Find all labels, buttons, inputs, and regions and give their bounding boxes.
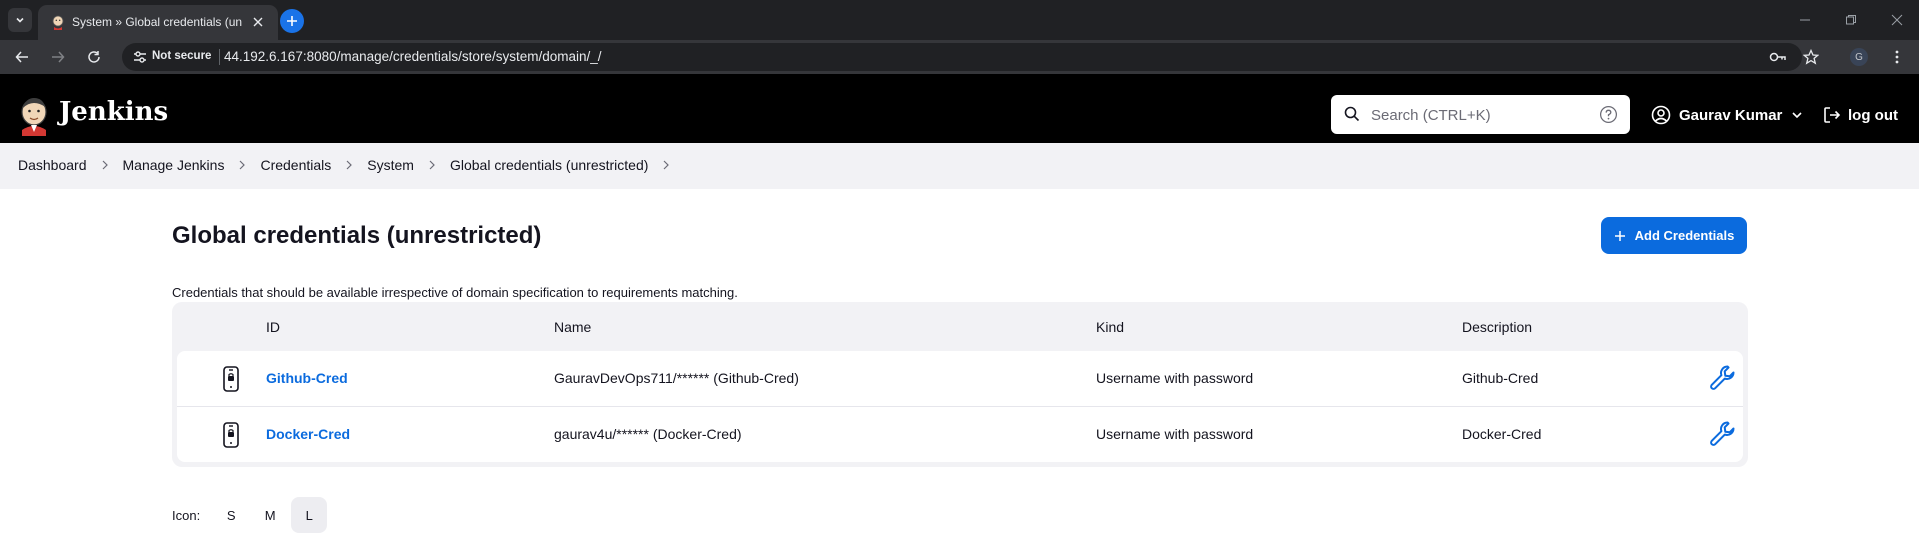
password-key-icon[interactable] xyxy=(1769,48,1787,66)
chevron-down-icon xyxy=(16,17,24,23)
column-header-name[interactable]: Name xyxy=(554,319,591,335)
arrow-left-icon xyxy=(15,51,28,63)
user-menu[interactable]: Gaurav Kumar xyxy=(1651,104,1803,126)
breadcrumb-dashboard[interactable]: Dashboard xyxy=(18,157,87,173)
plus-icon xyxy=(287,16,297,26)
credential-name: GauravDevOps711/****** (Github-Cred) xyxy=(554,370,799,386)
table-body: Github-Cred GauravDevOps711/****** (Gith… xyxy=(177,351,1743,462)
not-secure-label[interactable]: Not secure xyxy=(152,50,211,62)
page-description: Credentials that should be available irr… xyxy=(172,285,738,300)
credential-id-link[interactable]: Github-Cred xyxy=(266,370,348,386)
credential-phone-icon xyxy=(223,366,239,392)
search-icon xyxy=(1344,106,1360,122)
breadcrumb: Dashboard Manage Jenkins Credentials Sys… xyxy=(18,157,684,173)
breadcrumb-manage-jenkins[interactable]: Manage Jenkins xyxy=(123,157,225,173)
chevron-right-icon xyxy=(345,159,353,171)
breadcrumb-global-credentials[interactable]: Global credentials (unrestricted) xyxy=(450,157,648,173)
credential-id-link[interactable]: Docker-Cred xyxy=(266,426,350,442)
minimize-button[interactable] xyxy=(1795,10,1815,30)
chevron-down-icon[interactable] xyxy=(1791,109,1803,121)
icon-size-selector: Icon: S M L xyxy=(172,497,328,533)
credential-description: Docker-Cred xyxy=(1462,426,1542,442)
credentials-table: ID Name Kind Description Github-Cred Gau… xyxy=(172,302,1748,467)
page-title: Global credentials (unrestricted) xyxy=(172,222,542,249)
credential-name: gaurav4u/****** (Docker-Cred) xyxy=(554,426,742,442)
forward-button[interactable] xyxy=(48,47,68,67)
reload-icon xyxy=(88,51,100,63)
chevron-right-icon xyxy=(101,159,109,171)
credential-phone-icon xyxy=(223,422,239,448)
chevron-right-icon[interactable] xyxy=(662,159,670,171)
tab-list-button[interactable] xyxy=(8,8,32,32)
column-header-description[interactable]: Description xyxy=(1462,319,1532,335)
user-name[interactable]: Gaurav Kumar xyxy=(1679,107,1782,124)
close-icon xyxy=(253,17,263,27)
url-text[interactable]: 44.192.6.167:8080/manage/credentials/sto… xyxy=(224,49,602,64)
address-bar[interactable]: Not secure 44.192.6.167:8080/manage/cred… xyxy=(122,43,1819,71)
reload-button[interactable] xyxy=(84,47,104,67)
logout-link[interactable]: log out xyxy=(1822,104,1898,126)
chevron-right-icon xyxy=(428,159,436,171)
credential-kind: Username with password xyxy=(1096,370,1254,386)
column-header-kind[interactable]: Kind xyxy=(1096,319,1124,335)
browser-tab-bar: System » Global credentials (unrestricte… xyxy=(0,0,1919,40)
back-button[interactable] xyxy=(12,47,32,67)
table-row: Github-Cred GauravDevOps711/****** (Gith… xyxy=(177,351,1743,406)
jenkins-logo-icon[interactable] xyxy=(18,96,50,136)
icon-size-label: Icon: xyxy=(172,507,201,523)
logout-icon xyxy=(1824,107,1841,123)
wrench-icon[interactable] xyxy=(1708,363,1738,393)
chevron-right-icon xyxy=(238,159,246,171)
site-info-icon[interactable] xyxy=(132,49,148,65)
tab-title: System » Global credentials (unrestricte… xyxy=(72,15,242,29)
browser-tab-active[interactable]: System » Global credentials (unrestricte… xyxy=(38,5,278,40)
icon-size-l[interactable]: L xyxy=(291,497,328,533)
search-box[interactable] xyxy=(1331,95,1630,134)
new-tab-button[interactable] xyxy=(280,9,304,33)
browser-menu-button[interactable] xyxy=(1887,47,1907,67)
close-icon xyxy=(1891,14,1903,26)
logout-label[interactable]: log out xyxy=(1848,107,1898,124)
help-icon[interactable] xyxy=(1599,105,1618,124)
icon-size-m[interactable]: M xyxy=(252,497,288,533)
add-credentials-label: Add Credentials xyxy=(1634,228,1735,243)
add-credentials-button[interactable]: Add Credentials xyxy=(1601,217,1747,254)
close-window-button[interactable] xyxy=(1887,10,1907,30)
restore-icon xyxy=(1846,15,1856,25)
breadcrumb-bar: Dashboard Manage Jenkins Credentials Sys… xyxy=(0,143,1919,189)
icon-size-s[interactable]: S xyxy=(213,497,249,533)
wrench-icon[interactable] xyxy=(1708,419,1738,449)
column-header-id[interactable]: ID xyxy=(266,319,280,335)
user-avatar-icon xyxy=(1651,105,1671,125)
tab-close-button[interactable] xyxy=(248,12,268,32)
browser-toolbar: Not secure 44.192.6.167:8080/manage/cred… xyxy=(0,40,1919,74)
credential-kind: Username with password xyxy=(1096,426,1254,442)
jenkins-favicon-icon xyxy=(52,15,64,30)
more-vertical-icon xyxy=(1895,50,1899,64)
breadcrumb-credentials[interactable]: Credentials xyxy=(260,157,331,173)
plus-icon xyxy=(1614,230,1626,242)
table-row: Docker-Cred gaurav4u/****** (Docker-Cred… xyxy=(177,406,1743,461)
divider xyxy=(219,49,220,65)
jenkins-home-link[interactable]: Jenkins xyxy=(59,97,168,127)
restore-button[interactable] xyxy=(1841,10,1861,30)
arrow-right-icon xyxy=(52,51,65,63)
minimize-icon xyxy=(1800,19,1810,21)
search-input[interactable] xyxy=(1371,104,1591,126)
jenkins-header xyxy=(0,74,1919,143)
credential-description: Github-Cred xyxy=(1462,370,1539,386)
profile-avatar[interactable]: G xyxy=(1850,48,1868,66)
bookmark-star-icon[interactable] xyxy=(1802,48,1820,66)
breadcrumb-system[interactable]: System xyxy=(367,157,414,173)
